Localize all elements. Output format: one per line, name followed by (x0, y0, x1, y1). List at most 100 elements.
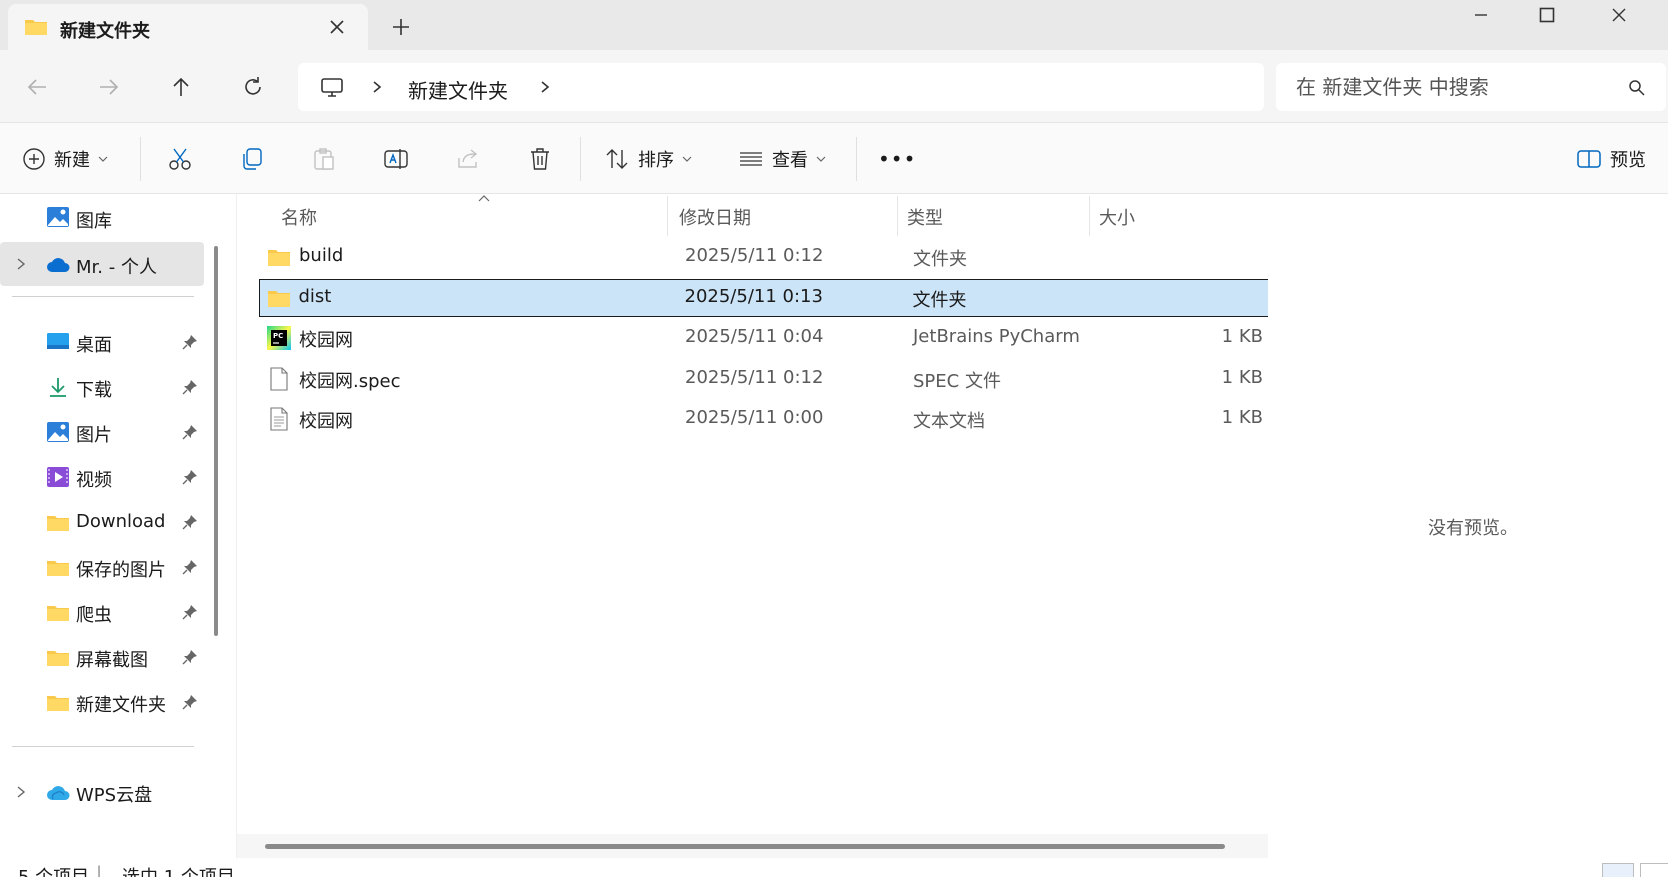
file-row-build[interactable]: build 2025/5/11 0:12 文件夹 (259, 238, 1269, 276)
share-button[interactable] (452, 143, 484, 175)
search-input[interactable] (1296, 73, 1616, 101)
file-row-spec[interactable]: 校园网.spec 2025/5/11 0:12 SPEC 文件 1 KB (259, 360, 1269, 398)
tiles-view-button[interactable] (1640, 863, 1668, 877)
sidebar-item-label: Download (76, 511, 166, 532)
chevron-right-icon[interactable] (538, 79, 552, 95)
back-arrow-icon[interactable] (24, 74, 50, 100)
pin-icon[interactable] (182, 379, 198, 395)
sidebar-item-crawler[interactable]: 爬虫 (0, 590, 204, 634)
search-icon[interactable] (1628, 79, 1646, 97)
paste-button[interactable] (308, 143, 340, 175)
sidebar-item-desktop[interactable]: 桌面 (0, 320, 204, 364)
address-bar-row: 新建文件夹 (0, 50, 1668, 122)
maximize-button[interactable] (1518, 0, 1576, 30)
forward-arrow-icon[interactable] (96, 74, 122, 100)
videos-icon (47, 467, 69, 487)
file-row-dist[interactable]: dist 2025/5/11 0:13 文件夹 (259, 279, 1269, 317)
sidebar-item-download-folder[interactable]: Download (0, 500, 204, 544)
preview-label: 预览 (1610, 150, 1646, 171)
column-divider[interactable] (1089, 196, 1090, 236)
file-size: 1 KB (1221, 367, 1263, 388)
folder-icon (268, 250, 290, 266)
horizontal-scrollbar[interactable] (237, 834, 1269, 858)
sidebar-item-new-folder[interactable]: 新建文件夹 (0, 680, 204, 724)
navigation-pane: 图库 Mr. - 个人 桌面 下载 图片 视频 Download 保存的图片 爬… (0, 194, 230, 859)
status-item-count: 5 个项目 (18, 863, 89, 877)
more-options-button[interactable]: ••• (878, 143, 916, 175)
sidebar-item-wps-cloud[interactable]: WPS云盘 (0, 770, 204, 814)
close-tab-icon[interactable] (326, 16, 348, 38)
sidebar-item-pictures[interactable]: 图片 (0, 410, 204, 454)
column-header-size[interactable]: 大小 (1099, 204, 1135, 230)
preview-pane-icon (1577, 150, 1601, 168)
toolbar-divider (580, 137, 581, 181)
file-type: SPEC 文件 (913, 371, 1001, 392)
trash-icon (531, 148, 549, 170)
up-arrow-icon[interactable] (168, 74, 194, 100)
pin-icon[interactable] (182, 514, 198, 530)
preview-pane-button[interactable]: 预览 (1576, 143, 1646, 175)
chevron-right-icon[interactable] (14, 257, 28, 271)
pin-icon[interactable] (182, 334, 198, 350)
file-row-text[interactable]: 校园网 2025/5/11 0:00 文本文档 1 KB (259, 400, 1269, 438)
copy-button[interactable] (236, 143, 268, 175)
column-divider[interactable] (897, 196, 898, 236)
column-header-name[interactable]: 名称 (281, 204, 317, 230)
pin-icon[interactable] (182, 649, 198, 665)
sidebar-item-label: 下载 (76, 380, 112, 401)
sidebar-item-label: 新建文件夹 (76, 695, 166, 716)
file-type: 文件夹 (912, 289, 967, 311)
sidebar-item-gallery[interactable]: 图库 (0, 196, 204, 240)
sidebar-item-saved-pictures[interactable]: 保存的图片 (0, 545, 204, 589)
sidebar-divider (12, 746, 194, 747)
minimize-button[interactable] (1452, 0, 1510, 30)
toolbar-divider (140, 137, 141, 181)
breadcrumb-current[interactable]: 新建文件夹 (408, 75, 508, 104)
preview-empty-text: 没有预览。 (1428, 518, 1518, 539)
search-box[interactable] (1276, 63, 1666, 111)
view-list-icon (740, 152, 762, 166)
new-tab-icon[interactable] (390, 16, 412, 38)
sidebar-item-label: 图库 (76, 211, 112, 232)
rename-button[interactable] (380, 143, 412, 175)
column-header-date[interactable]: 修改日期 (679, 204, 751, 230)
details-view-button[interactable] (1602, 863, 1634, 877)
folder-icon (25, 20, 47, 35)
onedrive-icon (47, 258, 70, 272)
sidebar-item-screenshots[interactable]: 屏幕截图 (0, 635, 204, 679)
folder-icon (47, 606, 69, 621)
scrollbar-thumb[interactable] (265, 844, 1225, 849)
file-row-pycharm[interactable]: PC 校园网 2025/5/11 0:04 JetBrains PyCharm … (259, 319, 1269, 357)
new-button[interactable]: 新建 (22, 143, 108, 175)
pin-icon[interactable] (182, 424, 198, 440)
sidebar-item-label: 屏幕截图 (76, 650, 148, 671)
file-name: 校园网 (299, 411, 353, 432)
sidebar-scrollbar[interactable] (214, 246, 218, 636)
sidebar-item-videos[interactable]: 视频 (0, 455, 204, 499)
pin-icon[interactable] (182, 559, 198, 575)
close-window-button[interactable] (1590, 0, 1648, 30)
toolbar-divider (856, 137, 857, 181)
view-button[interactable]: 查看 (738, 143, 826, 175)
tab-current-folder[interactable]: 新建文件夹 (8, 4, 368, 50)
cut-button[interactable] (164, 143, 196, 175)
sidebar-item-downloads[interactable]: 下载 (0, 365, 204, 409)
sidebar-item-onedrive[interactable]: Mr. - 个人 (0, 242, 204, 286)
column-header-type[interactable]: 类型 (907, 204, 943, 230)
status-separator: | (96, 863, 103, 877)
pin-icon[interactable] (182, 469, 198, 485)
computer-icon (321, 78, 343, 97)
chevron-right-icon[interactable] (370, 79, 384, 95)
refresh-icon[interactable] (240, 74, 266, 100)
column-divider[interactable] (667, 196, 668, 236)
title-bar: 新建文件夹 (0, 0, 1668, 50)
svg-text:PC: PC (273, 332, 283, 340)
delete-button[interactable] (524, 143, 556, 175)
file-type: 文件夹 (913, 249, 967, 270)
new-label: 新建 (54, 150, 90, 171)
pin-icon[interactable] (182, 694, 198, 710)
chevron-right-icon[interactable] (14, 785, 28, 799)
pin-icon[interactable] (182, 604, 198, 620)
sort-button[interactable]: 排序 (604, 143, 692, 175)
address-bar[interactable]: 新建文件夹 (298, 63, 1264, 111)
